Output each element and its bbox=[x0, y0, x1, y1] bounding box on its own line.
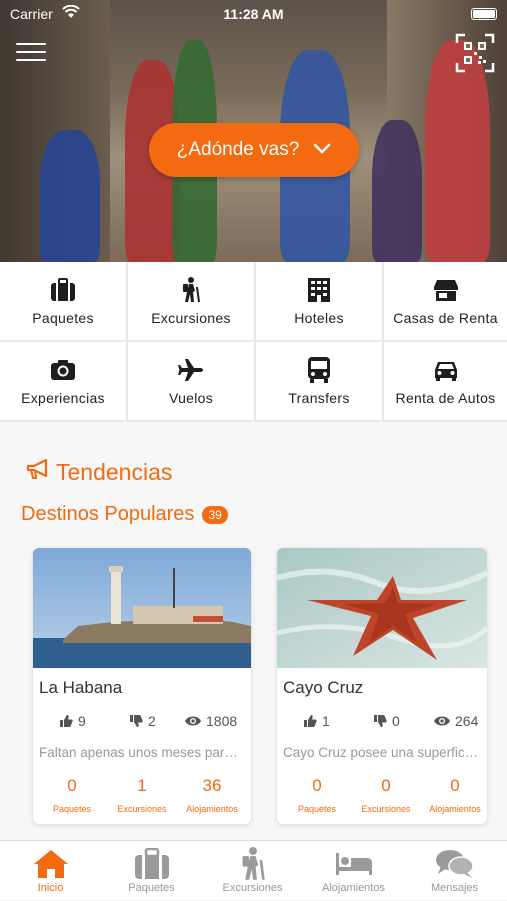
excursiones-count[interactable]: 0 Excursiones bbox=[350, 776, 422, 814]
trends-title: Tendencias bbox=[56, 458, 173, 485]
destination-search-button[interactable]: ¿Adónde vas? bbox=[149, 123, 359, 177]
category-label: Vuelos bbox=[168, 390, 214, 406]
count-label: Paquetes bbox=[52, 804, 92, 814]
destination-card-cayo-cruz[interactable]: Cayo Cruz 1 0 264 Cayo Cruz posee una su… bbox=[277, 548, 487, 824]
category-label: Excursiones bbox=[151, 310, 231, 326]
views-stat: 264 bbox=[434, 713, 478, 729]
category-label: Casas de Renta bbox=[393, 310, 498, 326]
clock: 11:28 AM bbox=[223, 6, 284, 22]
count-label: Paquetes bbox=[297, 804, 337, 814]
chat-icon bbox=[435, 847, 475, 881]
paquetes-count[interactable]: 0 Paquetes bbox=[281, 776, 353, 814]
tab-label: Mensajes bbox=[430, 882, 479, 894]
category-label: Transfers bbox=[288, 390, 350, 406]
count-badge: 39 bbox=[202, 505, 228, 524]
excursiones-count[interactable]: 1 Excursiones bbox=[106, 776, 178, 814]
destination-description: Faltan apenas unos meses para… bbox=[39, 745, 245, 760]
count-value: 0 bbox=[67, 776, 77, 795]
count-label: Excursiones bbox=[117, 804, 167, 814]
destination-button-label: ¿Adónde vas? bbox=[176, 139, 300, 160]
plane-icon bbox=[178, 356, 204, 384]
paquetes-count[interactable]: 0 Paquetes bbox=[36, 776, 108, 814]
hiker-icon bbox=[180, 276, 202, 304]
eye-icon bbox=[434, 716, 450, 726]
category-transfers[interactable]: Transfers bbox=[256, 342, 382, 420]
home-icon bbox=[33, 847, 69, 881]
views-stat: 1808 bbox=[185, 713, 237, 729]
destination-card-la-habana[interactable]: La Habana 9 2 1808 Faltan apenas unos me… bbox=[33, 548, 251, 824]
thumbs-up-icon bbox=[304, 715, 317, 727]
eye-icon bbox=[185, 716, 201, 726]
dislikes-count: 2 bbox=[148, 713, 156, 729]
category-label: Experiencias bbox=[21, 390, 105, 406]
megaphone-icon bbox=[26, 458, 50, 486]
bus-icon bbox=[307, 356, 331, 384]
suitcase-icon bbox=[50, 276, 76, 304]
dislikes-stat[interactable]: 2 bbox=[129, 713, 156, 729]
destination-description: Cayo Cruz posee una superfici… bbox=[283, 745, 481, 760]
category-experiencias[interactable]: Experiencias bbox=[0, 342, 126, 420]
qr-scan-icon[interactable] bbox=[455, 33, 495, 73]
tab-mensajes[interactable]: Mensajes bbox=[404, 841, 505, 901]
building-icon bbox=[307, 276, 331, 304]
destination-image bbox=[33, 548, 251, 668]
destination-name: La Habana bbox=[39, 678, 123, 697]
alojamientos-count[interactable]: 0 Alojamientos bbox=[419, 776, 487, 814]
chevron-down-icon bbox=[313, 139, 331, 161]
destination-name: Cayo Cruz bbox=[283, 678, 364, 697]
dislikes-stat[interactable]: 0 bbox=[373, 713, 400, 729]
alojamientos-count[interactable]: 36 Alojamientos bbox=[176, 776, 248, 814]
status-bar: Carrier 11:28 AM bbox=[0, 0, 507, 28]
category-vuelos[interactable]: Vuelos bbox=[128, 342, 254, 420]
count-label: Alojamientos bbox=[429, 804, 481, 814]
dislikes-count: 0 bbox=[392, 713, 400, 729]
popular-destinations-heading[interactable]: Destinos Populares 39 bbox=[21, 503, 228, 526]
hiker-icon bbox=[238, 847, 268, 881]
likes-count: 1 bbox=[322, 713, 330, 729]
tab-alojamientos[interactable]: Alojamientos bbox=[303, 841, 404, 901]
category-grid: Paquetes Excursiones Hoteles Casas de Re… bbox=[0, 262, 507, 422]
category-label: Renta de Autos bbox=[395, 390, 496, 406]
likes-count: 9 bbox=[78, 713, 86, 729]
likes-stat[interactable]: 1 bbox=[303, 713, 330, 729]
destination-image bbox=[277, 548, 487, 668]
category-excursiones[interactable]: Excursiones bbox=[128, 262, 254, 340]
thumbs-down-icon bbox=[374, 715, 387, 727]
tab-inicio[interactable]: Inicio bbox=[0, 841, 101, 901]
tab-label: Paquetes bbox=[128, 882, 175, 894]
count-value: 36 bbox=[202, 776, 222, 795]
car-icon bbox=[433, 356, 459, 384]
count-value: 0 bbox=[381, 776, 391, 795]
category-label: Hoteles bbox=[294, 310, 344, 326]
category-casas-de-renta[interactable]: Casas de Renta bbox=[384, 262, 507, 340]
category-renta-de-autos[interactable]: Renta de Autos bbox=[384, 342, 507, 420]
category-label: Paquetes bbox=[32, 310, 94, 326]
popular-destinations-title: Destinos Populares bbox=[21, 503, 195, 525]
trends-heading: Tendencias bbox=[26, 458, 172, 486]
likes-stat[interactable]: 9 bbox=[59, 713, 86, 729]
tab-paquetes[interactable]: Paquetes bbox=[101, 841, 202, 901]
thumbs-down-icon bbox=[130, 715, 143, 727]
views-count: 264 bbox=[455, 713, 479, 729]
tab-label: Excursiones bbox=[222, 882, 283, 894]
tab-label: Inicio bbox=[37, 882, 64, 894]
bed-icon bbox=[335, 847, 373, 881]
count-value: 0 bbox=[450, 776, 460, 795]
views-count: 1808 bbox=[206, 713, 238, 729]
bottom-tab-bar: Inicio Paquetes Excursiones Alojamientos… bbox=[0, 840, 507, 900]
count-value: 0 bbox=[312, 776, 322, 795]
hamburger-menu-icon[interactable] bbox=[16, 43, 46, 65]
tab-label: Alojamientos bbox=[322, 882, 385, 894]
battery-icon bbox=[471, 8, 497, 20]
category-paquetes[interactable]: Paquetes bbox=[0, 262, 126, 340]
count-label: Alojamientos bbox=[186, 804, 238, 814]
suitcase-icon bbox=[134, 847, 170, 881]
count-value: 1 bbox=[137, 776, 147, 795]
thumbs-up-icon bbox=[60, 715, 73, 727]
tab-excursiones[interactable]: Excursiones bbox=[202, 841, 303, 901]
count-label: Excursiones bbox=[361, 804, 411, 814]
category-hoteles[interactable]: Hoteles bbox=[256, 262, 382, 340]
store-icon bbox=[433, 276, 459, 304]
camera-icon bbox=[50, 356, 76, 384]
